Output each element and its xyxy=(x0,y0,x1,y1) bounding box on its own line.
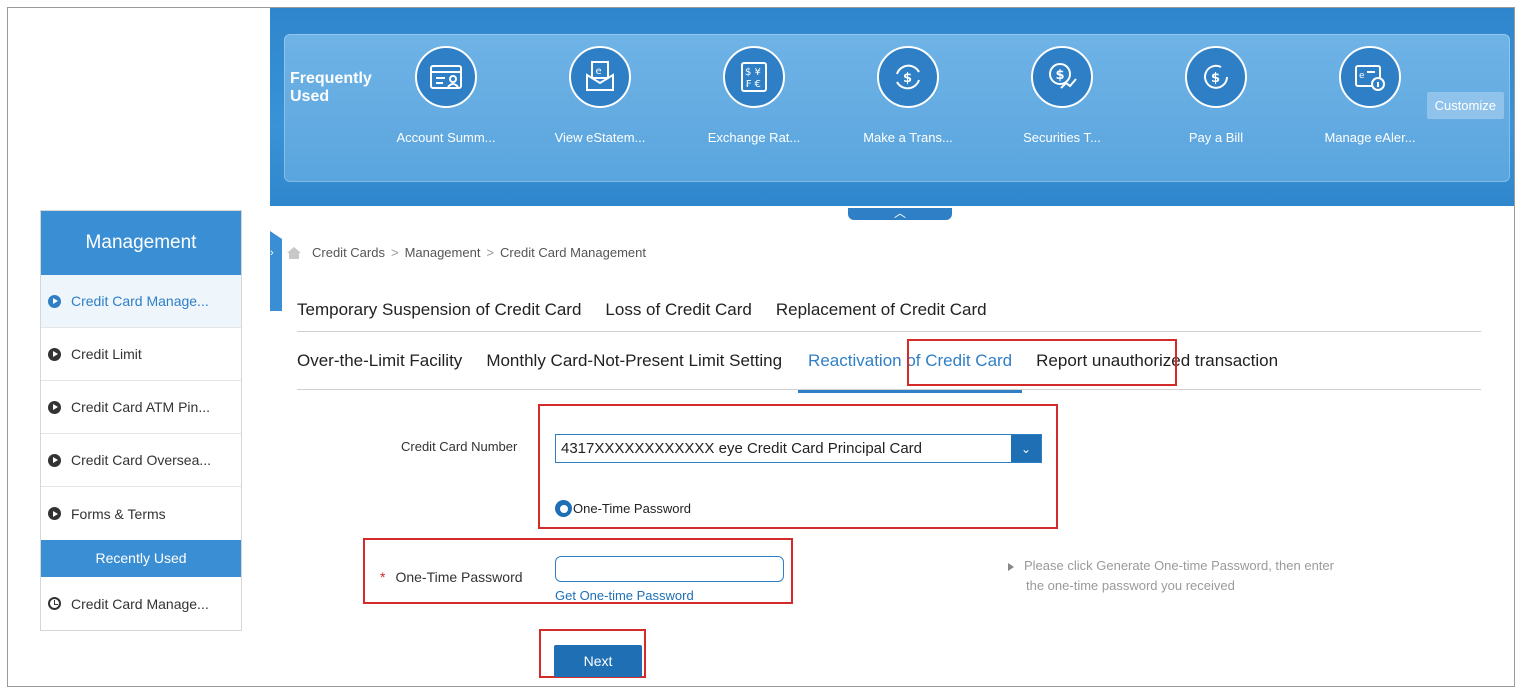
shortcut-label: Account Summ... xyxy=(396,130,496,145)
breadcrumb-separator: > xyxy=(390,245,399,260)
breadcrumb-item[interactable]: Credit Cards xyxy=(312,245,385,260)
sidebar-item-label: Credit Card ATM Pin... xyxy=(71,399,211,415)
clock-icon xyxy=(48,597,61,610)
radio-one-time-password[interactable]: One-Time Password xyxy=(555,500,691,517)
home-icon[interactable] xyxy=(286,246,302,260)
svg-text:₣ €: ₣ € xyxy=(745,79,761,90)
breadcrumb: Credit Cards > Management > Credit Card … xyxy=(286,245,646,260)
arrow-bullet-icon xyxy=(48,347,61,361)
sidebar-item-forms-terms[interactable]: Forms & Terms xyxy=(41,487,241,540)
highlight-box xyxy=(907,339,1177,386)
otp-hint: Please click Generate One-time Password,… xyxy=(1008,556,1334,596)
tab-card-not-present-limit[interactable]: Monthly Card-Not-Present Limit Setting xyxy=(486,351,782,371)
shortcut-exchange-rate[interactable]: $ ¥ ₣ € Exchange Rat... xyxy=(694,46,814,145)
shortcut-label: Securities T... xyxy=(1023,130,1101,145)
sidebar-item-label: Credit Card Manage... xyxy=(71,293,209,309)
sidebar: Management Credit Card Manage... Credit … xyxy=(40,210,242,631)
credit-card-number-label: Credit Card Number xyxy=(401,439,518,454)
svg-text:$ ¥: $ ¥ xyxy=(745,67,761,78)
shortcut-label: View eStatem... xyxy=(554,130,646,145)
sidebar-item-label: Credit Card Oversea... xyxy=(71,452,212,468)
otp-label-text: One-Time Password xyxy=(395,569,523,585)
one-time-password-input[interactable] xyxy=(555,556,784,582)
sidebar-item-atm-pin[interactable]: Credit Card ATM Pin... xyxy=(41,381,241,434)
credit-card-number-select[interactable]: 4317XXXXXXXXXXXX eye Credit Card Princip… xyxy=(555,434,1042,463)
browser-frame: Frequently Used Account Summ... e View e… xyxy=(7,7,1515,687)
shortcut-label: Exchange Rat... xyxy=(707,130,801,145)
top-banner: Frequently Used Account Summ... e View e… xyxy=(270,8,1514,206)
frequently-used-label: Frequently Used xyxy=(290,70,372,105)
svg-text:$: $ xyxy=(903,71,912,86)
hint-line-1: Please click Generate One-time Password,… xyxy=(1024,558,1334,573)
tab-replacement[interactable]: Replacement of Credit Card xyxy=(776,300,987,320)
svg-text:e: e xyxy=(596,66,602,77)
one-time-password-label: * One-Time Password xyxy=(380,569,523,585)
arrow-bullet-icon xyxy=(48,507,61,520)
breadcrumb-item[interactable]: Management xyxy=(405,245,481,260)
shortcut-account-summary[interactable]: Account Summ... xyxy=(386,46,506,145)
get-otp-link[interactable]: Get One-time Password xyxy=(555,588,694,603)
shortcut-label: Manage eAler... xyxy=(1324,130,1416,145)
arrow-bullet-icon xyxy=(48,294,61,308)
svg-text:e: e xyxy=(1359,71,1365,81)
collapse-banner-button[interactable]: ︿ xyxy=(848,206,952,220)
sidebar-toggle[interactable]: › xyxy=(270,231,282,311)
tabs-row-2: Over-the-Limit Facility Monthly Card-Not… xyxy=(297,333,1481,393)
shortcut-manage-ealert[interactable]: e Manage eAler... xyxy=(1310,46,1430,145)
shortcut-make-transfer[interactable]: $ Make a Trans... xyxy=(848,46,968,145)
frequently-used-panel: Frequently Used Account Summ... e View e… xyxy=(284,34,1510,182)
radio-selected-icon xyxy=(555,500,572,517)
shortcut-label: Pay a Bill xyxy=(1188,130,1244,145)
triangle-right-icon xyxy=(1008,562,1014,571)
hint-line-2: the one-time password you received xyxy=(1026,578,1235,593)
securities-icon: $ xyxy=(1031,46,1093,108)
breadcrumb-separator: > xyxy=(486,245,495,260)
sidebar-item-credit-limit[interactable]: Credit Limit xyxy=(41,328,241,381)
sidebar-item-label: Credit Limit xyxy=(71,346,142,362)
chevron-right-icon: › xyxy=(270,247,274,259)
customize-button[interactable]: Customize xyxy=(1426,92,1504,119)
tabs-row-1: Temporary Suspension of Credit Card Loss… xyxy=(297,288,1481,332)
pay-bill-icon: $ xyxy=(1185,46,1247,108)
recently-used-title: Recently Used xyxy=(41,540,241,577)
sidebar-item-label: Forms & Terms xyxy=(71,505,166,522)
recent-item-label: Credit Card Manage... xyxy=(71,595,209,612)
shortcut-pay-bill[interactable]: $ Pay a Bill xyxy=(1156,46,1276,145)
arrow-bullet-icon xyxy=(48,400,61,414)
breadcrumb-item: Credit Card Management xyxy=(500,245,647,260)
transfer-icon: $ xyxy=(877,46,939,108)
shortcut-label: Make a Trans... xyxy=(863,130,953,145)
credit-card-number-value: 4317XXXXXXXXXXXX eye Credit Card Princip… xyxy=(561,440,923,457)
account-summary-icon xyxy=(415,46,477,108)
ealert-icon: e xyxy=(1339,46,1401,108)
exchange-rate-icon: $ ¥ ₣ € xyxy=(723,46,785,108)
chevron-down-icon[interactable]: ⌄ xyxy=(1011,435,1041,462)
tab-over-the-limit[interactable]: Over-the-Limit Facility xyxy=(297,351,462,371)
next-button[interactable]: Next xyxy=(554,645,642,677)
sidebar-item-credit-card-management[interactable]: Credit Card Manage... xyxy=(41,275,241,328)
tab-temporary-suspension[interactable]: Temporary Suspension of Credit Card xyxy=(297,300,581,320)
sidebar-item-overseas[interactable]: Credit Card Oversea... xyxy=(41,434,241,487)
recent-item-credit-card-management[interactable]: Credit Card Manage... xyxy=(41,577,241,630)
tab-loss[interactable]: Loss of Credit Card xyxy=(605,300,751,320)
arrow-bullet-icon xyxy=(48,453,61,467)
shortcut-securities[interactable]: $ Securities T... xyxy=(1002,46,1122,145)
required-mark: * xyxy=(380,569,386,585)
shortcut-view-estatement[interactable]: e View eStatem... xyxy=(540,46,660,145)
svg-text:$: $ xyxy=(1211,71,1220,86)
estatement-icon: e xyxy=(569,46,631,108)
sidebar-title: Management xyxy=(41,211,241,275)
radio-label: One-Time Password xyxy=(573,501,691,516)
svg-text:$: $ xyxy=(1056,68,1065,83)
chevron-up-icon: ︿ xyxy=(893,206,906,220)
